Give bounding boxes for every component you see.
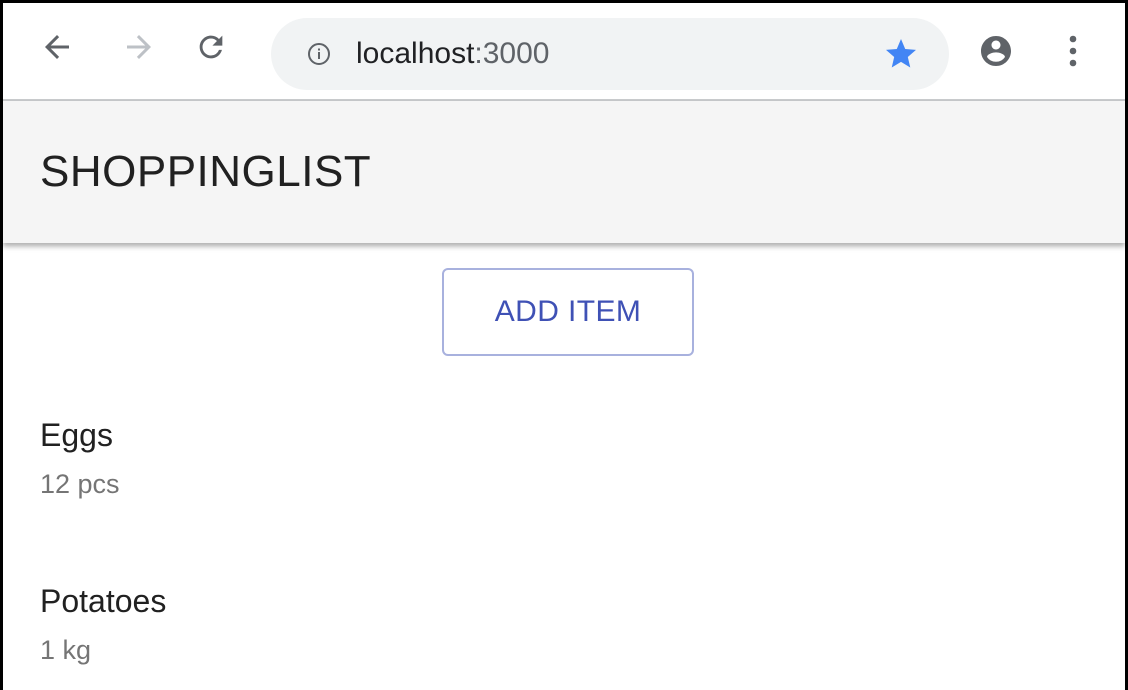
url-text[interactable]: localhost:3000 bbox=[356, 34, 549, 74]
item-quantity: 1 kg bbox=[40, 635, 92, 665]
browser-toolbar: localhost:3000 bbox=[3, 3, 1125, 101]
list-item[interactable]: Potatoes 1 kg bbox=[40, 581, 1040, 667]
info-circle-icon[interactable] bbox=[307, 42, 331, 66]
item-quantity: 12 pcs bbox=[40, 469, 120, 499]
item-name: Eggs bbox=[40, 417, 113, 453]
star-icon[interactable] bbox=[883, 36, 919, 72]
back-button[interactable] bbox=[35, 25, 79, 69]
address-bar[interactable]: localhost:3000 bbox=[271, 18, 949, 90]
forward-button[interactable] bbox=[117, 25, 161, 69]
more-vert-icon[interactable] bbox=[1065, 33, 1081, 69]
url-host: localhost bbox=[356, 37, 475, 70]
arrow-right-icon bbox=[127, 35, 151, 59]
account-circle-icon[interactable] bbox=[978, 33, 1014, 69]
arrow-left-icon bbox=[45, 35, 69, 59]
page-title: SHOPPINGLIST bbox=[40, 147, 372, 196]
app-window: localhost:3000 SHOPPINGLIST ADD ITEM Egg… bbox=[0, 0, 1128, 690]
item-name: Potatoes bbox=[40, 583, 167, 619]
add-item-button[interactable]: ADD ITEM bbox=[442, 268, 694, 356]
reload-icon bbox=[199, 35, 223, 59]
app-bar: SHOPPINGLIST bbox=[3, 101, 1125, 243]
main-content: ADD ITEM Eggs 12 pcs Potatoes 1 kg bbox=[3, 243, 1125, 690]
url-port: :3000 bbox=[474, 37, 550, 70]
reload-button[interactable] bbox=[189, 25, 233, 69]
list-item[interactable]: Eggs 12 pcs bbox=[40, 415, 1040, 501]
